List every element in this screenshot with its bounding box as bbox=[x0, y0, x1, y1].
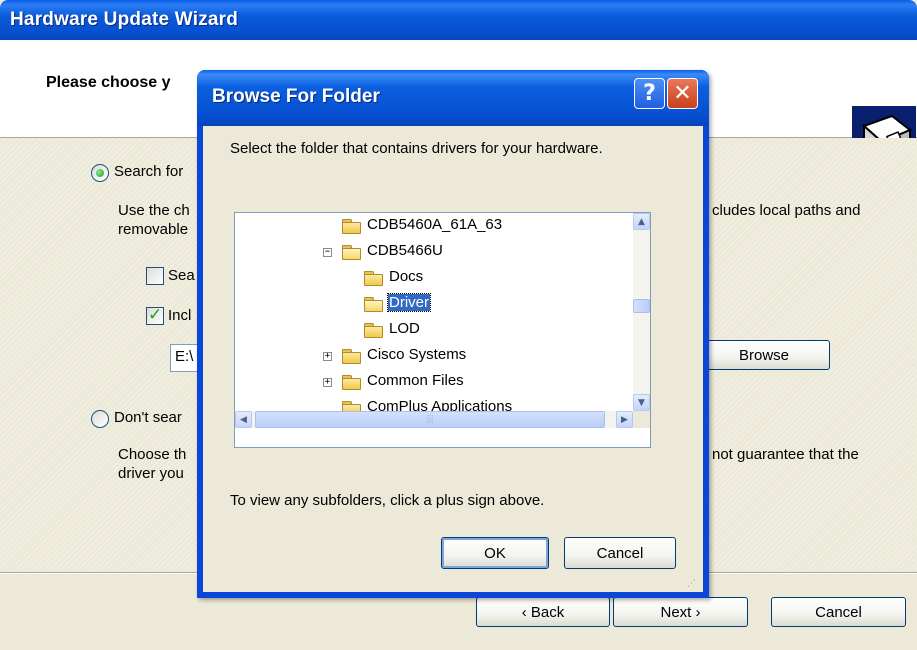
tree-item-label: LOD bbox=[389, 320, 420, 337]
folder-icon bbox=[364, 323, 383, 338]
tree-item-label: Cisco Systems bbox=[367, 346, 467, 363]
tree-horizontal-scrollbar[interactable]: ◀ ⦙⦙⦙ ▶ bbox=[235, 411, 633, 428]
search-desc-left-2: removable bbox=[118, 221, 189, 238]
expand-icon[interactable]: + bbox=[323, 378, 332, 387]
tree-item-label: ComPlus Applications bbox=[367, 398, 513, 411]
close-icon: ✕ bbox=[673, 81, 692, 106]
wizard-title: Hardware Update Wizard bbox=[10, 9, 239, 30]
include-location-label: Incl bbox=[168, 307, 192, 324]
tree-item-label: Common Files bbox=[367, 372, 464, 389]
folder-icon bbox=[342, 219, 361, 234]
collapse-icon[interactable]: − bbox=[323, 248, 332, 257]
search-desc-right: cludes local paths and bbox=[712, 202, 861, 219]
tree-item-label: CDB5460A_61A_63 bbox=[367, 216, 503, 233]
scroll-down-icon[interactable]: ▼ bbox=[633, 394, 650, 411]
wizard-title-bar[interactable]: Hardware Update Wizard bbox=[0, 0, 917, 40]
folder-tree-rows: CDB5460A_61A_63 − CDB5466U Docs Driver L… bbox=[235, 213, 633, 411]
choose-desc-right: not guarantee that the bbox=[712, 446, 859, 463]
include-location-checkbox[interactable] bbox=[146, 305, 164, 325]
expand-icon[interactable]: + bbox=[323, 352, 332, 361]
choose-desc-left-1: Choose th bbox=[118, 446, 187, 463]
dont-search-label: Don't sear bbox=[114, 409, 182, 426]
choose-desc-left-2: driver you bbox=[118, 465, 184, 482]
wizard-cancel-button[interactable]: Cancel bbox=[771, 597, 906, 627]
vertical-scroll-thumb[interactable] bbox=[633, 299, 650, 313]
resize-grip-icon[interactable]: ⋰ bbox=[687, 578, 699, 590]
folder-icon bbox=[364, 271, 383, 286]
help-icon: ? bbox=[643, 81, 656, 106]
wizard-header-text: Please choose y bbox=[46, 74, 171, 91]
dialog-title: Browse For Folder bbox=[212, 86, 380, 107]
scroll-up-icon[interactable]: ▲ bbox=[633, 213, 650, 230]
ok-button[interactable]: OK bbox=[441, 537, 549, 569]
close-button[interactable]: ✕ bbox=[667, 78, 698, 109]
back-button[interactable]: ‹ Back bbox=[476, 597, 610, 627]
folder-icon bbox=[342, 349, 361, 364]
folder-open-icon bbox=[364, 297, 383, 312]
next-button[interactable]: Next › bbox=[613, 597, 748, 627]
dialog-cancel-button[interactable]: Cancel bbox=[564, 537, 676, 569]
dialog-client-area: Select the folder that contains drivers … bbox=[203, 126, 703, 592]
folder-open-icon bbox=[342, 245, 361, 260]
dialog-hint: To view any subfolders, click a plus sig… bbox=[230, 492, 545, 509]
search-option-label: Search for bbox=[114, 163, 184, 180]
search-option-radio[interactable] bbox=[91, 164, 109, 182]
search-desc-left-1: Use the ch bbox=[118, 202, 190, 219]
scroll-right-icon[interactable]: ▶ bbox=[616, 411, 633, 428]
dont-search-radio[interactable] bbox=[91, 410, 109, 428]
dialog-instruction: Select the folder that contains drivers … bbox=[230, 140, 603, 157]
tree-vertical-scrollbar[interactable]: ▲ ▼ bbox=[633, 213, 650, 411]
tree-item-label: CDB5466U bbox=[367, 242, 443, 259]
browse-for-folder-dialog: Browse For Folder ? ✕ Select the folder … bbox=[197, 70, 709, 598]
scrollbar-corner bbox=[633, 411, 650, 428]
horizontal-scroll-thumb[interactable]: ⦙⦙⦙ bbox=[255, 411, 605, 428]
search-removable-checkbox[interactable] bbox=[146, 267, 164, 285]
help-button[interactable]: ? bbox=[634, 78, 665, 109]
tree-item-label: Docs bbox=[389, 268, 424, 285]
browse-button[interactable]: Browse bbox=[698, 340, 830, 370]
folder-icon bbox=[342, 375, 361, 390]
folder-icon bbox=[342, 401, 361, 411]
dialog-title-bar[interactable]: Browse For Folder ? ✕ bbox=[197, 70, 709, 126]
tree-item-label-selected: Driver bbox=[387, 293, 431, 312]
scroll-left-icon[interactable]: ◀ bbox=[235, 411, 252, 428]
location-path-value: E:\ bbox=[175, 348, 194, 365]
search-removable-label: Sea bbox=[168, 267, 195, 284]
folder-tree[interactable]: CDB5460A_61A_63 − CDB5466U Docs Driver L… bbox=[234, 212, 651, 448]
